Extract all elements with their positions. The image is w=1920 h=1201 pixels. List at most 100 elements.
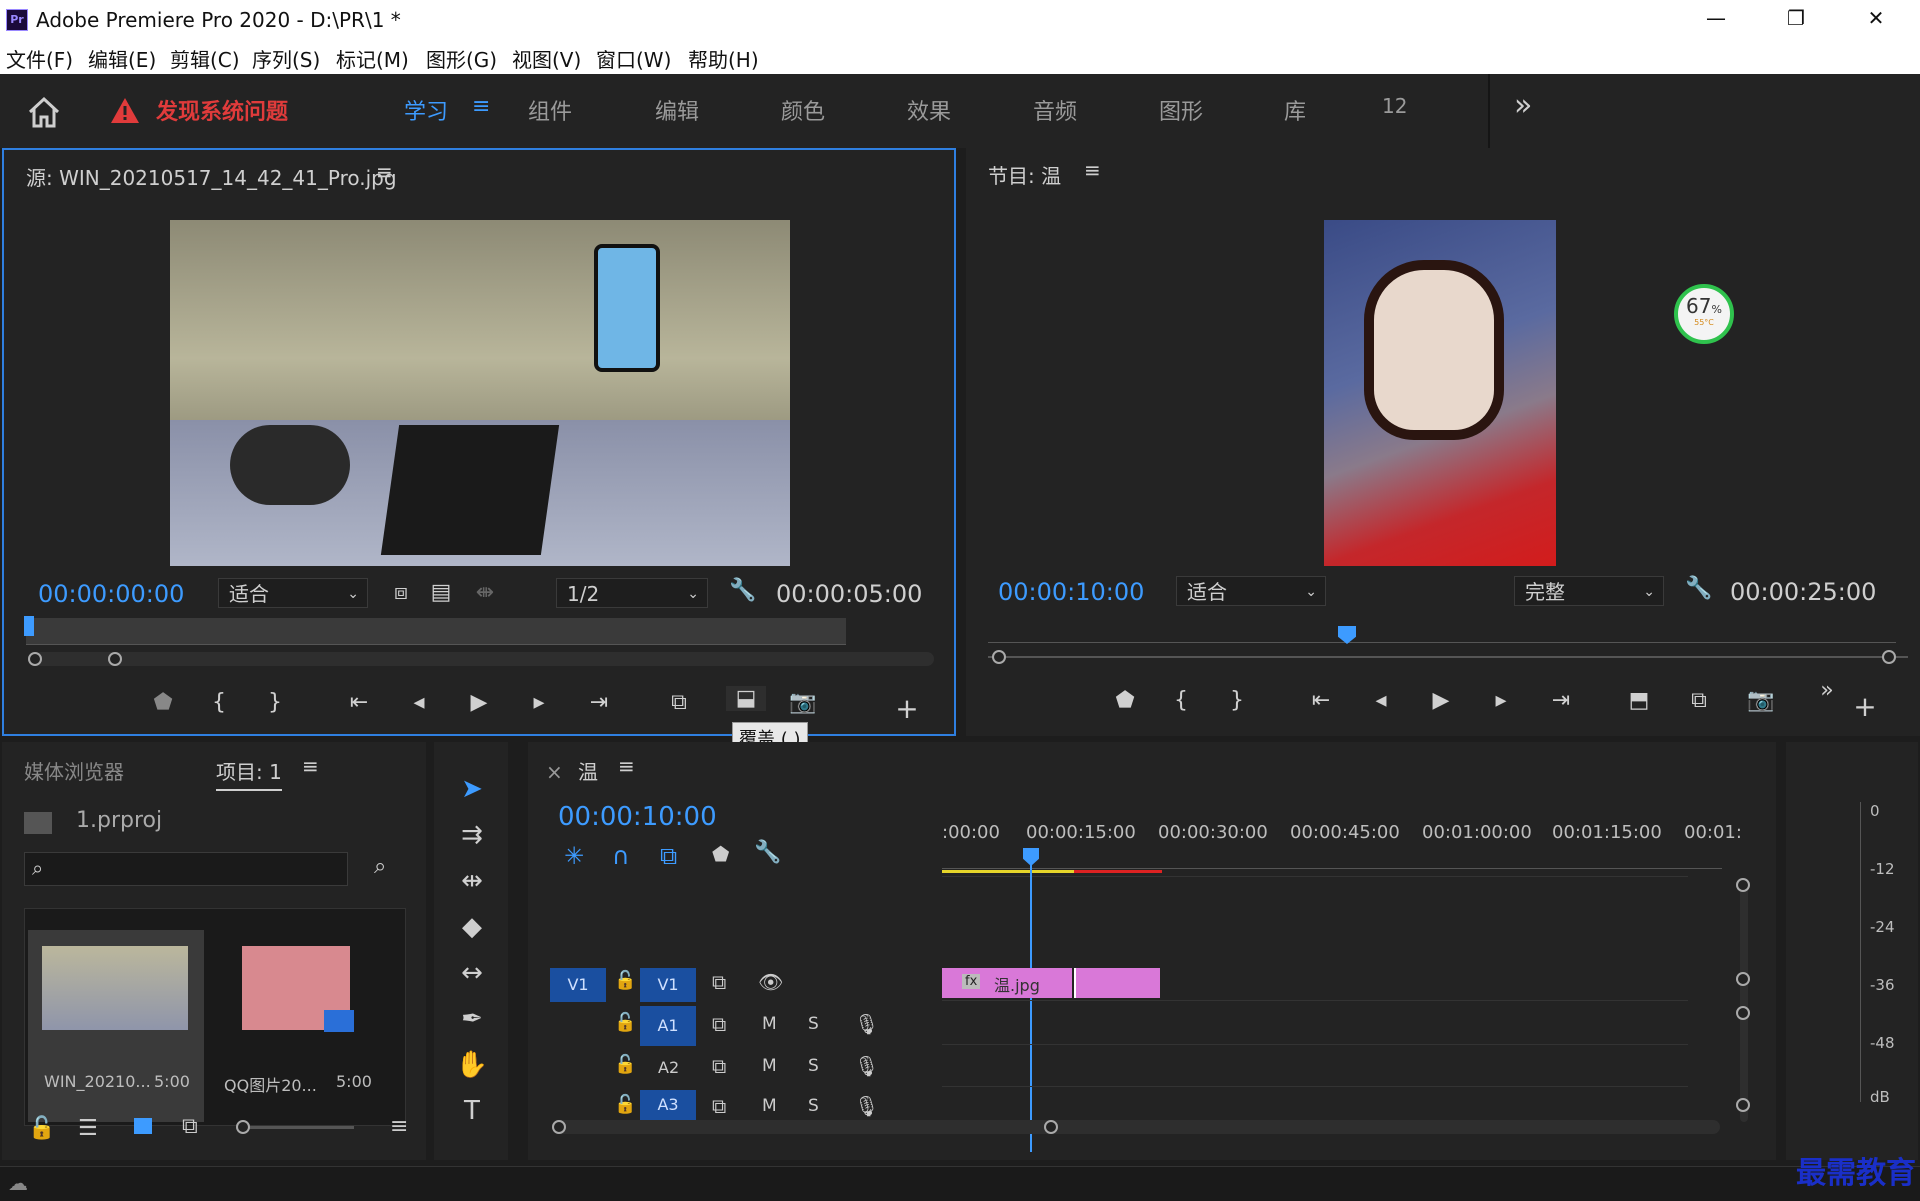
menu-graphics[interactable]: 图形(G) (426, 44, 497, 73)
program-panel-menu-icon[interactable]: ≡ (1084, 158, 1101, 182)
program-step-back-icon[interactable]: ◂ (1366, 688, 1396, 713)
voiceover-a2-mic-icon[interactable]: 🎙 (854, 1054, 879, 1078)
mute-a1-button[interactable]: M (762, 1014, 777, 1034)
creative-cloud-icon[interactable]: ☁ (8, 1171, 28, 1195)
overwrite-icon[interactable]: ⬓ (726, 686, 766, 711)
slip-tool-icon[interactable]: ↔ (452, 958, 492, 994)
program-step-forward-icon[interactable]: ▸ (1486, 688, 1516, 713)
source-playhead[interactable] (24, 616, 34, 636)
program-settings-wrench-icon[interactable]: 🔧 (1684, 576, 1714, 601)
program-monitor-title[interactable]: 节目: 温 (988, 160, 1061, 189)
sync-lock-a2-icon[interactable]: ⧉ (712, 1054, 726, 1078)
solo-a2-button[interactable]: S (808, 1056, 819, 1076)
add-marker-icon[interactable]: ⬟ (148, 690, 178, 715)
type-tool-icon[interactable]: T (452, 1096, 492, 1132)
vscroll-handle[interactable] (1736, 1006, 1750, 1020)
step-back-icon[interactable]: ◂ (404, 690, 434, 715)
add-button-icon[interactable]: + (892, 692, 922, 725)
source-filmstrip-icon[interactable]: ▤ (426, 580, 456, 605)
sync-lock-a3-icon[interactable]: ⧉ (712, 1094, 726, 1118)
system-alert-link[interactable]: 发现系统问题 (156, 94, 288, 126)
source-panel-menu-icon[interactable]: ≡ (376, 160, 393, 184)
workspace-menu-icon[interactable]: ≡ (472, 94, 490, 119)
mute-a2-button[interactable]: M (762, 1056, 777, 1076)
tab-libraries[interactable]: 库 (1284, 94, 1306, 126)
vscroll-handle[interactable] (1736, 972, 1750, 986)
lock-track-a3-icon[interactable]: 🔓 (614, 1094, 636, 1115)
export-frame-camera-icon[interactable]: 📷 (788, 690, 818, 715)
thumbnail-size-slider-handle[interactable] (236, 1120, 250, 1134)
maximize-button[interactable]: ❐ (1776, 6, 1816, 30)
project-search-input[interactable] (24, 852, 348, 886)
go-to-out-icon[interactable]: ⇥ (584, 690, 614, 715)
tab-graphics[interactable]: 图形 (1159, 94, 1203, 126)
linked-selection-icon[interactable]: ⧉ (660, 842, 677, 870)
source-patch-v1[interactable]: V1 (550, 968, 606, 1002)
timeline-clip-2[interactable] (1074, 968, 1160, 998)
extract-icon[interactable]: ⧉ (1684, 688, 1714, 713)
menu-edit[interactable]: 编辑(E) (88, 44, 156, 73)
source-compare-icon[interactable]: ⧈ (386, 580, 416, 605)
source-zoom-start-handle[interactable] (28, 652, 42, 666)
timeline-ruler[interactable] (942, 842, 1722, 869)
voiceover-a1-mic-icon[interactable]: 🎙 (854, 1012, 879, 1036)
source-monitor-title[interactable]: 源: WIN_20210517_14_42_41_Pro.jpg (26, 162, 397, 191)
pen-tool-icon[interactable]: ✒ (452, 1004, 492, 1040)
sort-icons-icon[interactable]: ≡ (390, 1114, 408, 1139)
tab-media-browser[interactable]: 媒体浏览器 (24, 756, 124, 785)
timeline-horizontal-scrollbar[interactable] (552, 1120, 1720, 1134)
project-item-1[interactable]: WIN_20210... 5:00 (28, 930, 204, 1122)
cpu-usage-widget[interactable]: 67% 55°C (1674, 284, 1734, 344)
track-target-a2[interactable]: A2 (658, 1058, 679, 1077)
new-bin-search-icon[interactable]: ⌕ (374, 854, 386, 879)
tab-assembly[interactable]: 组件 (528, 94, 572, 126)
source-timeline-ruler[interactable] (26, 618, 846, 645)
lock-icon[interactable]: 🔓 (28, 1116, 55, 1141)
toggle-track-output-eye-icon[interactable]: 👁 (758, 970, 783, 994)
minimize-button[interactable]: — (1696, 6, 1736, 30)
source-drag-audio-icon[interactable]: ⇼ (470, 580, 500, 605)
source-zoom-scrollbar[interactable] (34, 652, 934, 666)
timeline-timecode[interactable]: 00:00:10:00 (558, 802, 717, 832)
tab-color[interactable]: 颜色 (781, 94, 825, 126)
tab-audio[interactable]: 音频 (1033, 94, 1077, 126)
menu-help[interactable]: 帮助(H) (688, 44, 759, 73)
timeline-settings-wrench-icon[interactable]: 🔧 (754, 840, 781, 865)
track-select-tool-icon[interactable]: ⇉ (452, 820, 492, 856)
add-marker-timeline-icon[interactable]: ⬟ (712, 842, 729, 866)
source-resolution-dropdown[interactable]: 1/2 ⌄ (556, 578, 708, 608)
project-item-2[interactable]: QQ图片20... 5:00 (218, 930, 394, 1122)
program-play-icon[interactable]: ▶ (1426, 688, 1456, 713)
home-icon[interactable] (26, 96, 62, 128)
source-zoom-end-handle[interactable] (108, 652, 122, 666)
icon-view-icon[interactable] (134, 1118, 152, 1134)
play-icon[interactable]: ▶ (464, 690, 494, 715)
program-quality-dropdown[interactable]: 完整 ⌄ (1514, 576, 1664, 606)
mark-out-icon[interactable]: } (260, 690, 290, 715)
voiceover-a3-mic-icon[interactable]: 🎙 (854, 1094, 879, 1118)
solo-a1-button[interactable]: S (808, 1014, 819, 1034)
program-add-button-icon[interactable]: + (1850, 690, 1880, 723)
lock-track-a2-icon[interactable]: 🔓 (614, 1054, 636, 1075)
hscroll-start-handle[interactable] (552, 1120, 566, 1134)
thumbnail-size-slider[interactable] (238, 1126, 354, 1129)
snap-magnet-icon[interactable]: ∩ (612, 842, 630, 870)
tab-project[interactable]: 项目: 1 (216, 756, 282, 791)
insert-icon[interactable]: ⧉ (664, 690, 694, 715)
vscroll-handle[interactable] (1736, 878, 1750, 892)
selection-tool-icon[interactable]: ➤ (452, 774, 492, 810)
nest-sequence-icon[interactable]: ✳ (564, 842, 584, 870)
source-timecode[interactable]: 00:00:00:00 (38, 580, 184, 608)
solo-a3-button[interactable]: S (808, 1096, 819, 1116)
program-zoom-bar[interactable] (988, 656, 1908, 658)
tab-12[interactable]: 12 (1382, 94, 1407, 118)
mute-a3-button[interactable]: M (762, 1096, 777, 1116)
tab-effects[interactable]: 效果 (907, 94, 951, 126)
freeform-view-icon[interactable]: ⧉ (182, 1114, 198, 1139)
project-panel-menu-icon[interactable]: ≡ (302, 754, 319, 778)
program-add-marker-icon[interactable]: ⬟ (1110, 688, 1140, 713)
tab-editing[interactable]: 编辑 (655, 94, 699, 126)
program-zoom-start-handle[interactable] (992, 650, 1006, 664)
lock-track-v1-icon[interactable]: 🔓 (614, 970, 636, 991)
timeline-clip[interactable]: fx 温.jpg (942, 968, 1072, 998)
